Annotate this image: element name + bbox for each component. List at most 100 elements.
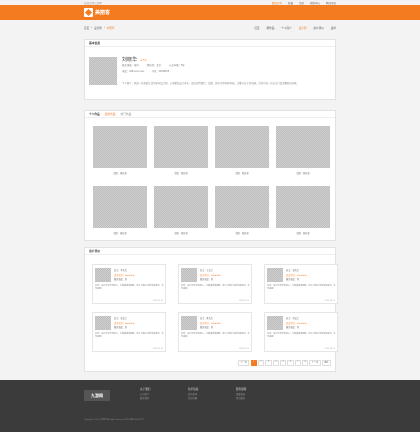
review-text: 评论：设计师非常有耐心，方案做得很细致，施工过程中也经常来现场，非常满意！ <box>267 285 336 291</box>
review-date: 2016-10-12 <box>238 299 249 302</box>
work-item[interactable]: 北欧 · 两居室 <box>93 186 147 235</box>
work-item[interactable]: 北欧 · 两居室 <box>154 186 208 235</box>
reviewer-name: 业主：赵女士 <box>114 318 128 320</box>
nav-post[interactable]: 发单 <box>331 26 336 30</box>
work-thumbnail <box>276 126 330 168</box>
nav-reviews[interactable]: 用户评价 <box>313 26 323 30</box>
profile-panel: 基本信息 刘晓华 ★ 5.0 擅长领域：室内 所在地：北京 从业年限：5年 电话：18… <box>84 39 336 100</box>
pager-item[interactable]: 7 <box>294 360 301 366</box>
work-thumbnail <box>215 126 269 168</box>
tab-latest[interactable]: 最新作品 <box>105 112 116 116</box>
reviewer-avatar <box>181 316 197 330</box>
review-card: 业主：刘女士 综合评分：★★★★★ 服务态度：好 评论：设计师非常有耐心，方案做得很细… <box>264 312 338 352</box>
work-item[interactable]: 北欧 · 两居室 <box>276 186 330 235</box>
works-panel: 个人作品 最新作品 热门作品 北欧 · 两居室 北欧 · 两居室 北欧 · 两居… <box>84 110 336 241</box>
logo-text: 美丽客 <box>95 10 111 16</box>
footer-col-service: 服务保障 质量保证 售后服务 <box>236 388 247 402</box>
avatar <box>89 57 117 85</box>
site-logo[interactable]: 美丽客 <box>84 7 110 18</box>
reviewer-avatar <box>181 268 197 282</box>
pager-item[interactable]: 1 <box>250 360 257 366</box>
reviews-heading: 用户评价 <box>85 248 335 255</box>
tab-popular[interactable]: 热门作品 <box>121 112 132 116</box>
footer-col-guide: 新手指南 如何发单 常见问题 <box>188 388 199 402</box>
pager-item[interactable]: 上一页 <box>238 360 250 366</box>
work-item[interactable]: 北欧 · 两居室 <box>215 186 269 235</box>
works-grid: 北欧 · 两居室 北欧 · 两居室 北欧 · 两居室 北欧 · 两居室 北欧 ·… <box>93 126 333 235</box>
review-card: 业主：陈先生 综合评分：★★★★★ 服务态度：好 评论：设计师非常有耐心，方案做得很细… <box>178 312 252 352</box>
breadcrumb-home[interactable]: 首页 <box>84 26 89 30</box>
reviewer-name: 业主：陈先生 <box>200 318 214 320</box>
review-score: 综合评分：★★★★★ <box>114 274 135 277</box>
profile-contact-row: 电话：188-xxxx-xxxx QQ：12345678 <box>122 70 170 73</box>
review-date: 2016-10-12 <box>324 299 335 302</box>
breadcrumb-nav-bar: 首页 › 设计师 › 刘晓华 首页 晒作品 个人简介 设计师 用户评价 发单 <box>84 24 336 32</box>
pager-item[interactable]: 4 <box>272 360 279 366</box>
copyright: Copyright © 2016 九游网 All Rights Reserved… <box>84 419 144 421</box>
review-service: 服务态度：好 <box>200 279 214 281</box>
pager-item[interactable]: 3 <box>265 360 272 366</box>
profile-info-row: 擅长领域：室内 所在地：北京 从业年限：5年 <box>122 64 185 67</box>
work-item[interactable]: 北欧 · 两居室 <box>93 126 147 175</box>
review-date: 2016-10-12 <box>238 347 249 350</box>
pager-item[interactable]: 跳转 <box>321 360 331 366</box>
pager-item[interactable]: 5 <box>280 360 287 366</box>
work-thumbnail <box>154 126 208 168</box>
review-card: 业主：李先生 综合评分：★★★★★ 服务态度：好 评论：设计师非常有耐心，方案做得很细… <box>92 264 166 304</box>
review-service: 服务态度：好 <box>114 327 128 329</box>
rating-badge: ★ 5.0 <box>140 59 147 62</box>
review-service: 服务态度：好 <box>114 279 128 281</box>
reviews-panel: 用户评价 业主：李先生 综合评分：★★★★★ 服务态度：好 评论：设计师非常有耐心，方… <box>84 247 338 372</box>
work-thumbnail <box>215 186 269 228</box>
review-text: 评论：设计师非常有耐心，方案做得很细致，施工过程中也经常来现场，非常满意！ <box>95 333 164 339</box>
designer-name: 刘晓华 ★ 5.0 <box>122 57 147 63</box>
review-card: 业主：王女士 综合评分：★★★★★ 服务态度：好 评论：设计师非常有耐心，方案做得很细… <box>178 264 252 304</box>
review-text: 评论：设计师非常有耐心，方案做得很细致，施工过程中也经常来现场，非常满意！ <box>181 333 250 339</box>
footer-link[interactable]: 联系我们 <box>140 397 150 402</box>
footer-col-about: 关于我们 公司简介 联系我们 <box>140 388 151 402</box>
breadcrumb-designers[interactable]: 设计师 <box>94 26 102 30</box>
works-tabs: 个人作品 最新作品 热门作品 <box>85 111 335 118</box>
reviewer-avatar <box>267 316 283 330</box>
reviewer-avatar <box>95 268 111 282</box>
pager-item[interactable]: 6 <box>287 360 294 366</box>
profile-description: 个人简介：我是一名热爱生活的室内设计师，从事家装设计多年，擅长现代简约、北欧、新… <box>122 82 299 85</box>
review-score: 综合评分：★★★★★ <box>200 322 221 325</box>
review-text: 评论：设计师非常有耐心，方案做得很细致，施工过程中也经常来现场，非常满意！ <box>267 333 336 339</box>
pagination: 上一页 1 2 3 4 5 6 7 8 下一页 跳转 <box>238 360 331 366</box>
pager-item[interactable]: 下一页 <box>309 360 321 366</box>
site-footer: 九游网 关于我们 公司简介 联系我们 新手指南 如何发单 常见问题 服务保障 质… <box>0 380 420 432</box>
work-item[interactable]: 北欧 · 两居室 <box>154 126 208 175</box>
review-card: 业主：赵女士综合评分：★★★★★ 服务态度：好评论：设计师非常有耐心，方案做得很细… <box>92 312 166 352</box>
footer-logo[interactable]: 九游网 <box>84 390 110 401</box>
reviewer-name: 业主：张先生 <box>286 270 300 272</box>
breadcrumb: 首页 › 设计师 › 刘晓华 <box>84 26 115 30</box>
reviewer-avatar <box>95 316 111 330</box>
nav-works[interactable]: 晒作品 <box>267 26 275 30</box>
pager-item[interactable]: 2 <box>258 360 265 366</box>
review-date: 2016-10-12 <box>324 347 335 350</box>
review-score: 综合评分：★★★★★ <box>114 322 135 325</box>
review-score: 综合评分：★★★★★ <box>286 322 307 325</box>
pager-item[interactable]: 8 <box>302 360 309 366</box>
designer-nav: 首页 晒作品 个人简介 设计师 用户评价 发单 <box>254 26 336 30</box>
nav-profile[interactable]: 个人简介 <box>281 26 291 30</box>
work-item[interactable]: 北欧 · 两居室 <box>215 126 269 175</box>
profile-heading: 基本信息 <box>85 40 335 47</box>
footer-link[interactable]: 常见问题 <box>188 397 198 402</box>
reviewer-avatar <box>267 268 283 282</box>
work-item[interactable]: 北欧 · 两居室 <box>276 126 330 175</box>
work-thumbnail <box>154 186 208 228</box>
reviewer-name: 业主：王女士 <box>200 270 214 272</box>
footer-link[interactable]: 售后服务 <box>236 397 246 402</box>
nav-home[interactable]: 首页 <box>254 26 259 30</box>
review-text: 评论：设计师非常有耐心，方案做得很细致，施工过程中也经常来现场，非常满意！ <box>181 285 250 291</box>
review-card: 业主：张先生 综合评分：★★★★★ 服务态度：好 评论：设计师非常有耐心，方案做得很细… <box>264 264 338 304</box>
works-heading: 个人作品 <box>89 113 100 116</box>
review-text: 评论：设计师非常有耐心，方案做得很细致，施工过程中也经常来现场，非常满意！ <box>95 285 164 291</box>
breadcrumb-current: 刘晓华 <box>106 27 115 30</box>
nav-designer[interactable]: 设计师 <box>299 26 307 30</box>
work-thumbnail <box>276 186 330 228</box>
review-date: 2016-10-12 <box>152 299 163 302</box>
reviews-grid: 业主：李先生 综合评分：★★★★★ 服务态度：好 评论：设计师非常有耐心，方案做得很细… <box>92 264 338 352</box>
